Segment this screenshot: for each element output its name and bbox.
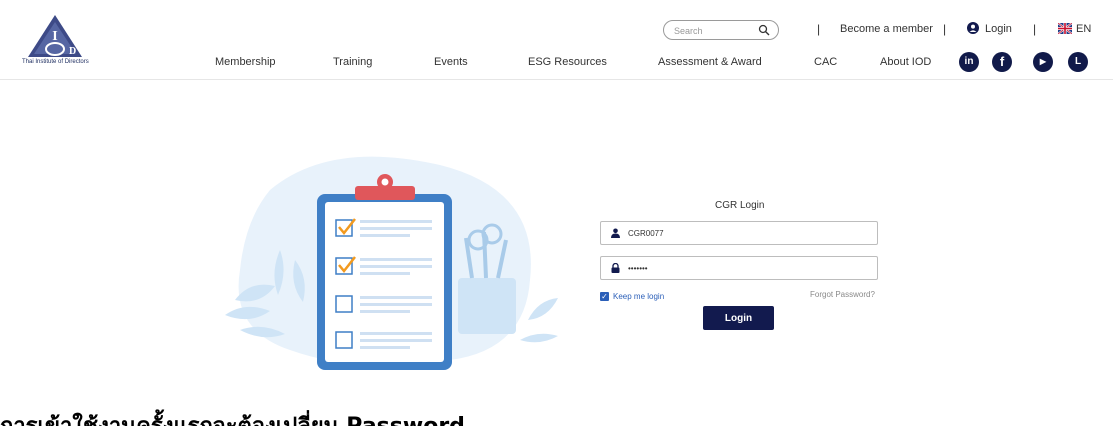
search-icon[interactable] xyxy=(758,24,770,36)
clipboard-illustration xyxy=(225,156,558,370)
lock-icon xyxy=(611,263,620,273)
login-button[interactable]: Login xyxy=(703,306,774,330)
nav-cac[interactable]: CAC xyxy=(814,56,837,68)
login-title: CGR Login xyxy=(715,200,765,211)
user-circle-icon[interactable] xyxy=(967,22,979,34)
search-input[interactable] xyxy=(674,24,754,37)
nav-esg-resources[interactable]: ESG Resources xyxy=(528,56,607,68)
separator: | xyxy=(817,22,821,36)
nav-events[interactable]: Events xyxy=(434,56,468,68)
youtube-icon[interactable]: ▶ xyxy=(1033,52,1053,72)
separator: | xyxy=(1033,22,1037,36)
search-box[interactable] xyxy=(663,20,779,40)
svg-text:I: I xyxy=(52,29,57,44)
login-link[interactable]: Login xyxy=(985,23,1012,35)
nav-assessment-award[interactable]: Assessment & Award xyxy=(658,56,762,68)
become-member-link[interactable]: Become a member xyxy=(840,23,933,35)
keep-me-login-checkbox[interactable]: ✓ Keep me login xyxy=(600,290,664,302)
keep-me-login-label: Keep me login xyxy=(613,291,665,301)
separator: | xyxy=(943,22,947,36)
password-input[interactable] xyxy=(628,262,868,275)
site-header: I D Thai Institute of Directors | Become… xyxy=(0,0,1113,80)
svg-text:D: D xyxy=(69,46,76,57)
language-link[interactable]: EN xyxy=(1076,23,1091,35)
facebook-icon[interactable]: f xyxy=(992,52,1012,72)
username-input[interactable] xyxy=(628,227,868,240)
line-icon[interactable]: L xyxy=(1068,52,1088,72)
forgot-password-link[interactable]: Forgot Password? xyxy=(810,290,875,299)
checkbox-checked-icon[interactable]: ✓ xyxy=(600,291,609,301)
password-field[interactable] xyxy=(600,256,878,280)
nav-training[interactable]: Training xyxy=(333,56,372,68)
username-field[interactable] xyxy=(600,221,878,245)
logo-subtitle: Thai Institute of Directors xyxy=(22,59,89,65)
uk-flag-icon[interactable] xyxy=(1058,23,1072,34)
linkedin-icon[interactable]: in xyxy=(959,52,979,72)
nav-membership[interactable]: Membership xyxy=(215,56,276,68)
first-login-notice: การเข้าใช้งานครั้งแรกจะต้องเปลี่ยน Passw… xyxy=(0,408,465,426)
nav-about-iod[interactable]: About IOD xyxy=(880,56,931,68)
user-icon xyxy=(611,228,620,238)
